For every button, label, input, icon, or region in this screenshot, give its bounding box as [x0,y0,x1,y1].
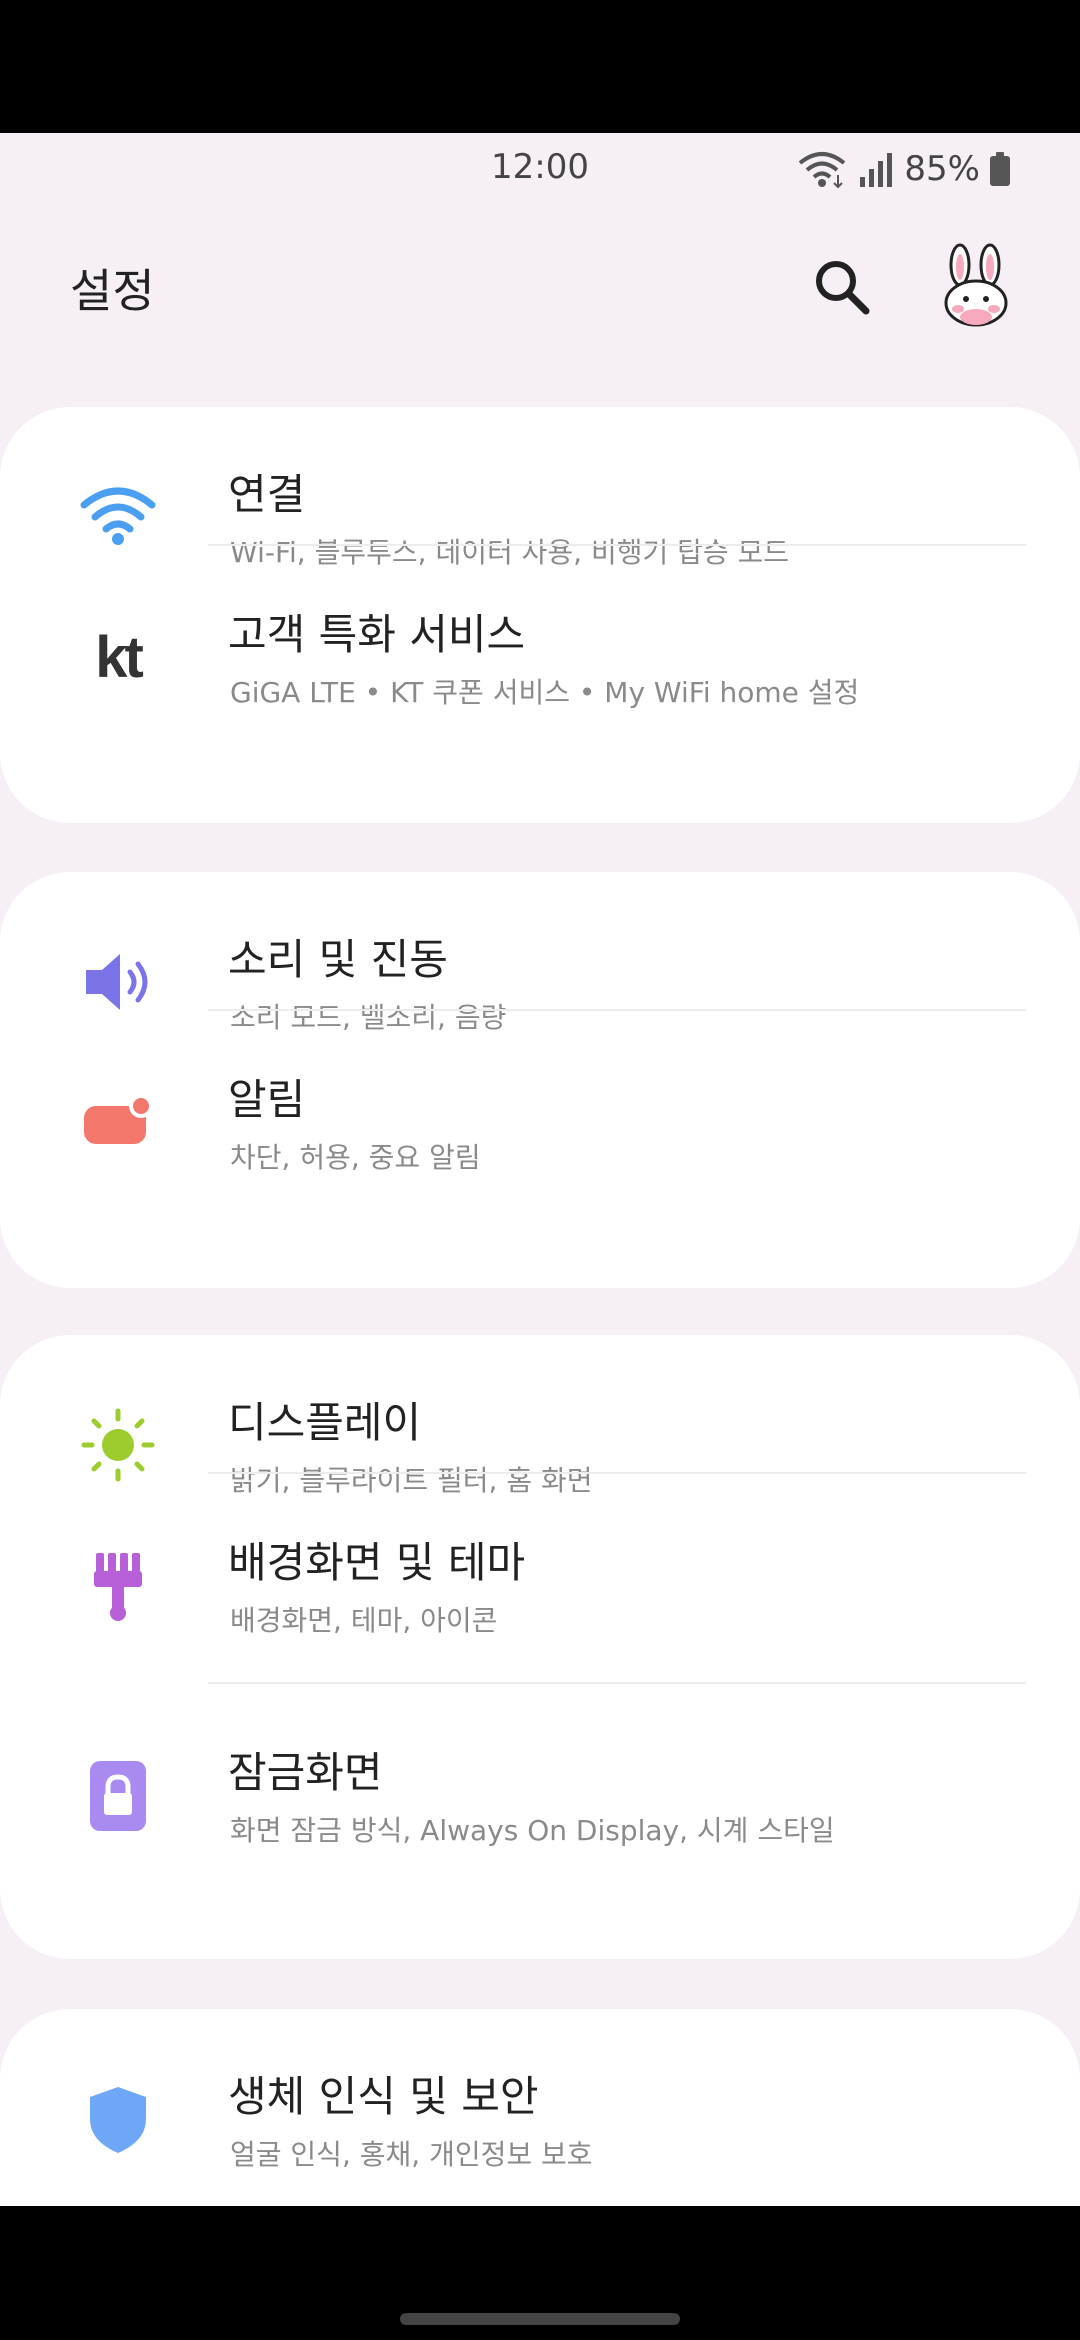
item-subtitle: 배경화면, 테마, 아이콘 [230,1604,498,1637]
battery-percent: 85% [904,149,980,189]
profile-avatar-button[interactable] [936,243,1016,327]
settings-card-security: 생체 인식 및 보안 얼굴 인식, 홍채, 개인정보 보호 [0,2009,1080,2206]
status-time: 12:00 [491,147,589,187]
speaker-icon [78,942,158,1022]
home-indicator[interactable] [400,2313,680,2325]
item-subtitle: 화면 잠금 방식, Always On Display, 시계 스타일 [230,1814,835,1847]
divider [208,1682,1026,1684]
battery-icon [990,152,1010,186]
bunny-avatar-icon [944,243,1008,327]
item-title: 고객 특화 서비스 [228,610,526,659]
settings-card-connections: 연결 Wi-Fi, 블루투스, 데이터 사용, 비행기 탑승 모드 kt 고객 … [0,407,1080,823]
brightness-icon [78,1405,158,1485]
settings-screen: 12:00 85% 설정 연결 Wi-Fi, 블루투스, 데이터 사용, 비행기… [0,133,1080,2206]
page-title: 설정 [70,264,155,318]
settings-item-biometrics-security[interactable]: 생체 인식 및 보안 얼굴 인식, 홍채, 개인정보 보호 [0,2009,1080,2206]
lock-icon [78,1755,158,1835]
settings-card-display: 디스플레이 밝기, 블루라이트 필터, 홈 화면 배경화면 및 테마 배경화면,… [0,1335,1080,1959]
wifi-icon [78,477,158,557]
notification-icon [78,1082,158,1162]
wifi-status-icon [799,152,846,189]
item-title: 알림 [228,1075,306,1124]
search-icon [816,261,870,315]
item-title: 연결 [228,470,306,519]
item-title: 잠금화면 [228,1748,383,1797]
signal-icon [860,153,893,187]
settings-card-sound: 소리 및 진동 소리 모드, 벨소리, 음량 알림 차단, 허용, 중요 알림 [0,872,1080,1288]
paintbrush-icon [78,1545,158,1625]
status-bar: 12:00 85% [0,133,1080,203]
divider [208,1472,1026,1474]
settings-item-notifications[interactable]: 알림 차단, 허용, 중요 알림 [0,1012,1080,1220]
item-title: 배경화면 및 테마 [228,1538,526,1587]
settings-item-wallpaper-themes[interactable]: 배경화면 및 테마 배경화면, 테마, 아이콘 [0,1475,1080,1683]
kt-logo-icon: kt [95,624,144,690]
settings-item-lock-screen[interactable]: 잠금화면 화면 잠금 방식, Always On Display, 시계 스타일 [0,1685,1080,1893]
settings-item-customer-service[interactable]: kt 고객 특화 서비스 GiGA LTE • KT 쿠폰 서비스 • My W… [0,547,1080,755]
top-bezel [0,0,1080,133]
item-subtitle: 차단, 허용, 중요 알림 [230,1141,481,1174]
shield-icon [78,2079,158,2159]
item-title: 소리 및 진동 [228,935,448,984]
item-title: 디스플레이 [228,1398,422,1447]
item-subtitle: GiGA LTE • KT 쿠폰 서비스 • My WiFi home 설정 [230,676,860,709]
divider [208,544,1026,546]
item-subtitle: 얼굴 인식, 홍채, 개인정보 보호 [230,2138,593,2171]
divider [208,1009,1026,1011]
search-button[interactable] [810,255,874,319]
item-title: 생체 인식 및 보안 [228,2072,539,2121]
status-icons: 85% [796,147,1010,191]
